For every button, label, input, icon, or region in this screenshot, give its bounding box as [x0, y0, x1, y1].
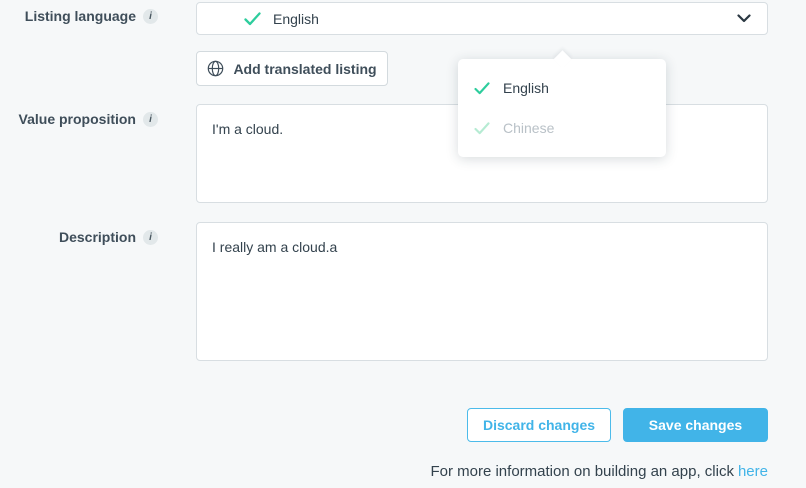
value-proposition-label-row: Value proposition i: [0, 110, 158, 128]
language-dropdown-menu: English Chinese: [458, 59, 666, 157]
listing-language-select[interactable]: English: [196, 2, 768, 35]
add-translated-listing-label: Add translated listing: [233, 61, 376, 77]
description-label-row: Description i: [0, 228, 158, 246]
footer-text: For more information on building an app,…: [430, 463, 734, 480]
menu-item-chinese[interactable]: Chinese: [458, 108, 666, 148]
check-icon: [474, 82, 490, 95]
listing-language-label: Listing language: [25, 8, 136, 24]
menu-item-english[interactable]: English: [458, 68, 666, 108]
discard-changes-button[interactable]: Discard changes: [467, 408, 611, 442]
save-changes-button[interactable]: Save changes: [623, 408, 768, 442]
description-label: Description: [59, 229, 136, 245]
chevron-down-icon: [737, 14, 751, 23]
menu-item-label: English: [503, 80, 549, 96]
globe-icon: [207, 60, 224, 77]
check-icon: [474, 122, 490, 135]
listing-language-label-row: Listing language i: [0, 7, 158, 25]
info-icon[interactable]: i: [143, 112, 158, 127]
app-listing-settings-form: Listing language i English Add translate…: [0, 0, 806, 488]
menu-item-label: Chinese: [503, 120, 554, 136]
info-icon[interactable]: i: [143, 9, 158, 24]
description-input[interactable]: I really am a cloud.a: [196, 222, 768, 361]
selected-language-value: English: [273, 11, 319, 27]
value-proposition-label: Value proposition: [19, 111, 136, 127]
info-icon[interactable]: i: [143, 230, 158, 245]
add-translated-listing-button[interactable]: Add translated listing: [196, 51, 388, 86]
check-icon: [244, 12, 261, 26]
footer-help-text: For more information on building an app,…: [430, 463, 768, 480]
footer-here-link[interactable]: here: [738, 463, 768, 480]
